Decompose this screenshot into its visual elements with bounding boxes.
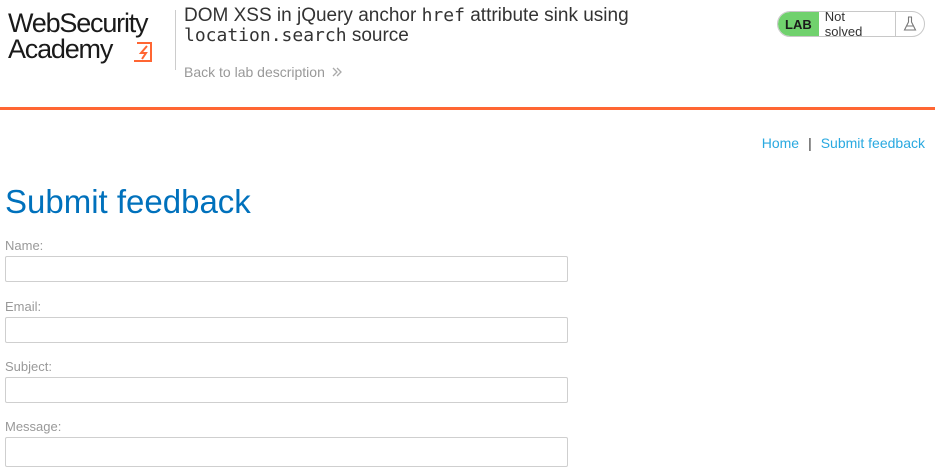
lab-status-widget: LAB Not solved (777, 11, 925, 37)
web-security-academy-logo[interactable]: WebSecurity Academy (8, 9, 168, 69)
email-input[interactable] (5, 317, 568, 343)
logo-text-line1: WebSecurity (8, 8, 149, 38)
name-input[interactable] (5, 256, 568, 282)
lab-header: WebSecurity Academy DOM XSS in jQuery an… (0, 0, 935, 110)
lab-title-code-href: href (421, 5, 465, 26)
nav-separator: | (808, 135, 812, 151)
top-navigation: Home | Submit feedback (762, 135, 925, 151)
subject-input[interactable] (5, 377, 568, 403)
email-label: Email: (5, 299, 42, 314)
nav-submit-feedback-link[interactable]: Submit feedback (821, 135, 925, 151)
name-label: Name: (5, 238, 44, 253)
message-label: Message: (5, 419, 62, 434)
lab-badge: LAB (778, 12, 819, 36)
page-title: Submit feedback (5, 183, 251, 220)
header-divider (175, 10, 176, 70)
nav-home-link[interactable]: Home (762, 135, 799, 151)
lightning-icon (134, 42, 152, 62)
back-to-lab-description-link[interactable]: Back to lab description (184, 64, 343, 80)
lab-title: DOM XSS in jQuery anchor href attribute … (184, 6, 744, 46)
double-chevron-right-icon (332, 67, 342, 77)
flask-icon (895, 12, 924, 36)
lab-status-text: Not solved (824, 11, 863, 37)
lab-title-text-1: DOM XSS in jQuery anchor (184, 5, 422, 26)
back-link-label: Back to lab description (184, 64, 325, 80)
subject-label: Subject: (5, 359, 52, 374)
logo-text-line2: Academy (8, 34, 113, 64)
message-textarea[interactable] (5, 437, 568, 467)
lab-title-text-2: attribute sink using (464, 5, 629, 26)
lab-title-text-3: source (346, 25, 409, 46)
lab-title-code-location-search: location.search (184, 25, 347, 46)
